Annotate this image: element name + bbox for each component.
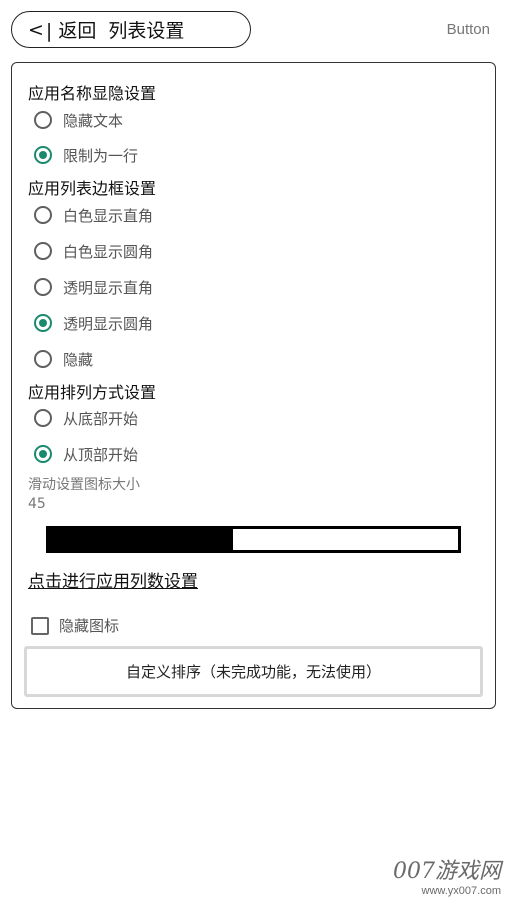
radio-button[interactable] [34,350,52,368]
radio-label: 限制为一行 [63,146,139,165]
radio-from-bottom[interactable]: 从底部开始 [34,406,138,430]
column-settings-link[interactable]: 点击进行应用列数设置 [28,567,198,592]
radio-label: 从顶部开始 [63,445,139,464]
radio-button[interactable] [34,278,52,296]
radio-button[interactable] [34,111,52,129]
radio-white-square[interactable]: 白色显示直角 [34,203,153,227]
hide-icon-option[interactable]: 隐藏图标 [31,615,119,636]
radio-single-line[interactable]: 限制为一行 [34,143,138,167]
radio-button-checked[interactable] [34,445,52,463]
radio-label: 透明显示圆角 [63,314,154,333]
custom-sort-button[interactable]: 自定义排序（未完成功能，无法使用） [24,646,483,697]
watermark-logo: 007游戏网 www.yx007.com [393,853,501,897]
watermark-brand: 007游戏网 [393,859,501,884]
radio-label: 从底部开始 [63,409,139,428]
radio-white-rounded[interactable]: 白色显示圆角 [34,239,153,263]
section-title-border: 应用列表边框设置 [28,179,157,198]
icon-size-value: 45 [28,496,46,512]
radio-button[interactable] [34,242,52,260]
watermark-url: www.yx007.com [421,885,501,897]
radio-transparent-square[interactable]: 透明显示直角 [34,275,153,299]
radio-label: 白色显示直角 [63,206,154,225]
section-title-order: 应用排列方式设置 [28,383,157,402]
radio-label: 白色显示圆角 [63,242,154,261]
back-arrow-icon: < [28,18,44,41]
radio-label: 透明显示直角 [63,278,154,297]
back-button[interactable]: < | 返回 列表设置 [11,11,251,48]
top-bar: < | 返回 列表设置 Button [0,0,507,60]
section-title-name-display: 应用名称显隐设置 [28,84,157,103]
radio-button-checked[interactable] [34,314,52,332]
radio-label: 隐藏文本 [63,111,124,130]
icon-size-slider-fill [49,529,234,550]
hide-icon-label: 隐藏图标 [59,617,120,635]
icon-size-label: 滑动设置图标大小 [28,477,140,493]
icon-size-slider[interactable] [46,526,461,553]
radio-transparent-rounded[interactable]: 透明显示圆角 [34,311,153,335]
page-title: 列表设置 [108,20,185,42]
radio-button[interactable] [34,206,52,224]
radio-button-checked[interactable] [34,146,52,164]
radio-hide-text[interactable]: 隐藏文本 [34,108,123,132]
back-label: | 返回 [45,20,97,42]
hide-icon-checkbox[interactable] [31,616,49,635]
radio-border-hidden[interactable]: 隐藏 [34,347,93,371]
radio-from-top[interactable]: 从顶部开始 [34,442,138,466]
top-right-button[interactable]: Button [447,21,490,38]
radio-label: 隐藏 [63,350,94,369]
radio-button[interactable] [34,409,52,427]
